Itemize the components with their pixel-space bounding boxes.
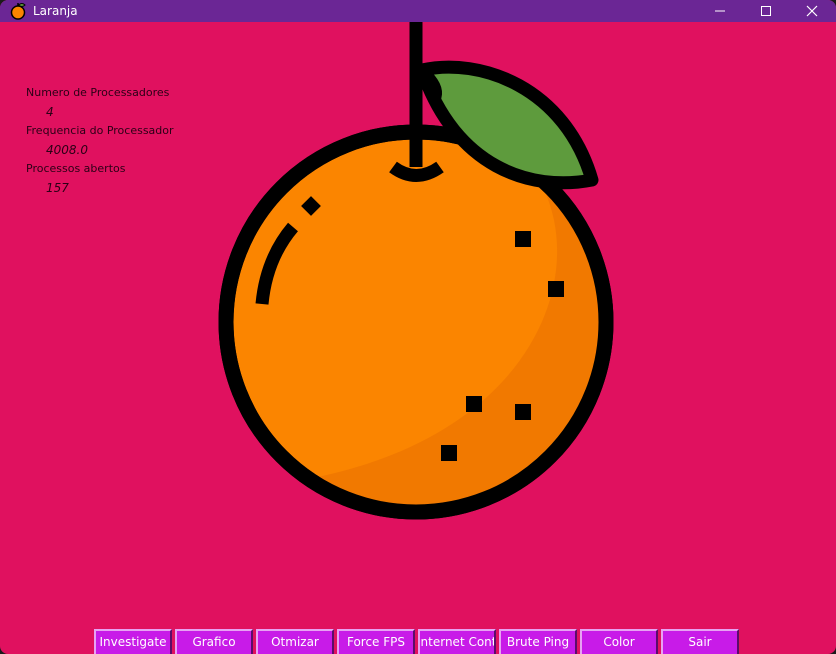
close-button[interactable]: [789, 0, 835, 22]
pore: [466, 396, 482, 412]
pore: [548, 281, 564, 297]
maximize-icon: [761, 6, 771, 16]
close-icon: [806, 5, 818, 17]
orange-fruit-illustration: [218, 22, 614, 520]
otmizar-button[interactable]: Otmizar: [256, 629, 334, 654]
cpu-frequency-value: 4008.0: [46, 143, 88, 157]
pore: [515, 404, 531, 420]
app-window: Laranja Numero de Processadores 4 Freque…: [0, 0, 836, 654]
maximize-button[interactable]: [743, 0, 789, 22]
investigate-button[interactable]: Investigate: [94, 629, 172, 654]
minimize-button[interactable]: [697, 0, 743, 22]
title-bar[interactable]: Laranja: [0, 0, 836, 22]
minimize-icon: [715, 10, 725, 12]
open-processes-label: Processos abertos: [26, 162, 126, 175]
pore: [441, 445, 457, 461]
pore: [515, 231, 531, 247]
sair-button[interactable]: Sair: [661, 629, 739, 654]
cpu-count-value: 4: [46, 105, 54, 119]
orange-icon: [10, 3, 26, 20]
cpu-count-label: Numero de Processadores: [26, 86, 170, 99]
system-info-panel: Numero de Processadores 4 Frequencia do …: [26, 86, 174, 200]
bottom-toolbar: Investigate Grafico Otmizar Force FPS In…: [94, 629, 742, 654]
color-button[interactable]: Color: [580, 629, 658, 654]
brute-ping-button[interactable]: Brute Ping: [499, 629, 577, 654]
window-title: Laranja: [33, 4, 78, 18]
internet-control-button[interactable]: Internet Control: [418, 629, 496, 654]
open-processes-value: 157: [46, 181, 69, 195]
cpu-frequency-label: Frequencia do Processador: [26, 124, 174, 137]
grafico-button[interactable]: Grafico: [175, 629, 253, 654]
force-fps-button[interactable]: Force FPS: [337, 629, 415, 654]
